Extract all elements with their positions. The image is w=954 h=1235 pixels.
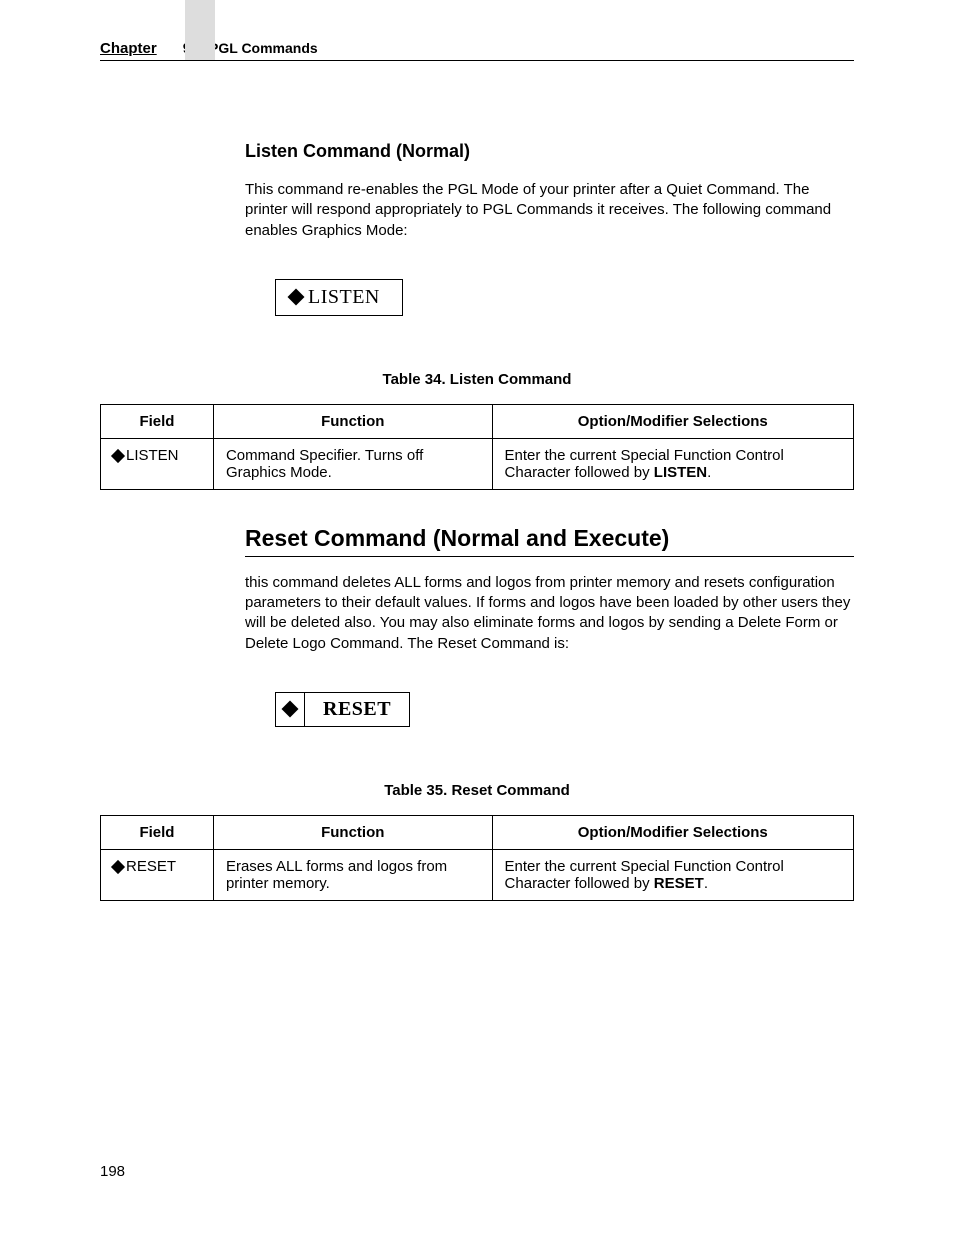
listen-command-paragraph: This command re-enables the PGL Mode of … [245,180,854,241]
table35-cell-option: Enter the current Special Function Contr… [492,849,853,900]
page-number: 198 [100,1163,125,1180]
table35-header-row: Field Function Option/Modifier Selection… [101,815,854,849]
table34-option-suffix: . [707,464,711,481]
diamond-icon [288,289,305,306]
table34: Field Function Option/Modifier Selection… [100,404,854,490]
header-section-title: PGL Commands [209,40,318,56]
table35-cell-field: RESET [101,849,214,900]
table35-header-option: Option/Modifier Selections [492,815,853,849]
table34-cell-function: Command Specifier. Turns off Graphics Mo… [213,438,492,489]
table34-option-bold: LISTEN [654,464,707,481]
table34-option-prefix: Enter the current Special Function Contr… [505,447,784,481]
chapter-label: Chapter [100,40,157,57]
table35-option-suffix: . [704,875,708,892]
table34-header-option: Option/Modifier Selections [492,404,853,438]
table34-caption: Table 34. Listen Command [100,371,854,388]
listen-code-block: LISTEN [275,279,403,316]
diamond-icon [111,449,125,463]
table34-header-field: Field [101,404,214,438]
header-gray-band [185,0,215,60]
reset-code-text: RESET [305,693,409,726]
table35-option-prefix: Enter the current Special Function Contr… [505,858,784,892]
table34-row: LISTEN Command Specifier. Turns off Grap… [101,438,854,489]
table34-header-row: Field Function Option/Modifier Selection… [101,404,854,438]
reset-code-block: RESET [275,692,410,727]
diamond-icon [111,860,125,874]
table35-caption: Table 35. Reset Command [100,782,854,799]
table35-row: RESET Erases ALL forms and logos from pr… [101,849,854,900]
reset-command-heading: Reset Command (Normal and Execute) [245,525,854,557]
listen-command-heading: Listen Command (Normal) [245,141,854,162]
table34-cell-field: LISTEN [101,438,214,489]
table35-header-function: Function [213,815,492,849]
table35: Field Function Option/Modifier Selection… [100,815,854,901]
table35-option-bold: RESET [654,875,704,892]
diamond-icon [282,701,299,718]
table35-header-field: Field [101,815,214,849]
table34-field-text: LISTEN [126,447,179,464]
table35-cell-function: Erases ALL forms and logos from printer … [213,849,492,900]
reset-diamond-cell [276,693,305,726]
table34-cell-option: Enter the current Special Function Contr… [492,438,853,489]
table35-field-text: RESET [126,858,176,875]
table34-header-function: Function [213,404,492,438]
reset-command-paragraph: this command deletes ALL forms and logos… [245,573,854,654]
listen-code-text: LISTEN [308,286,380,309]
